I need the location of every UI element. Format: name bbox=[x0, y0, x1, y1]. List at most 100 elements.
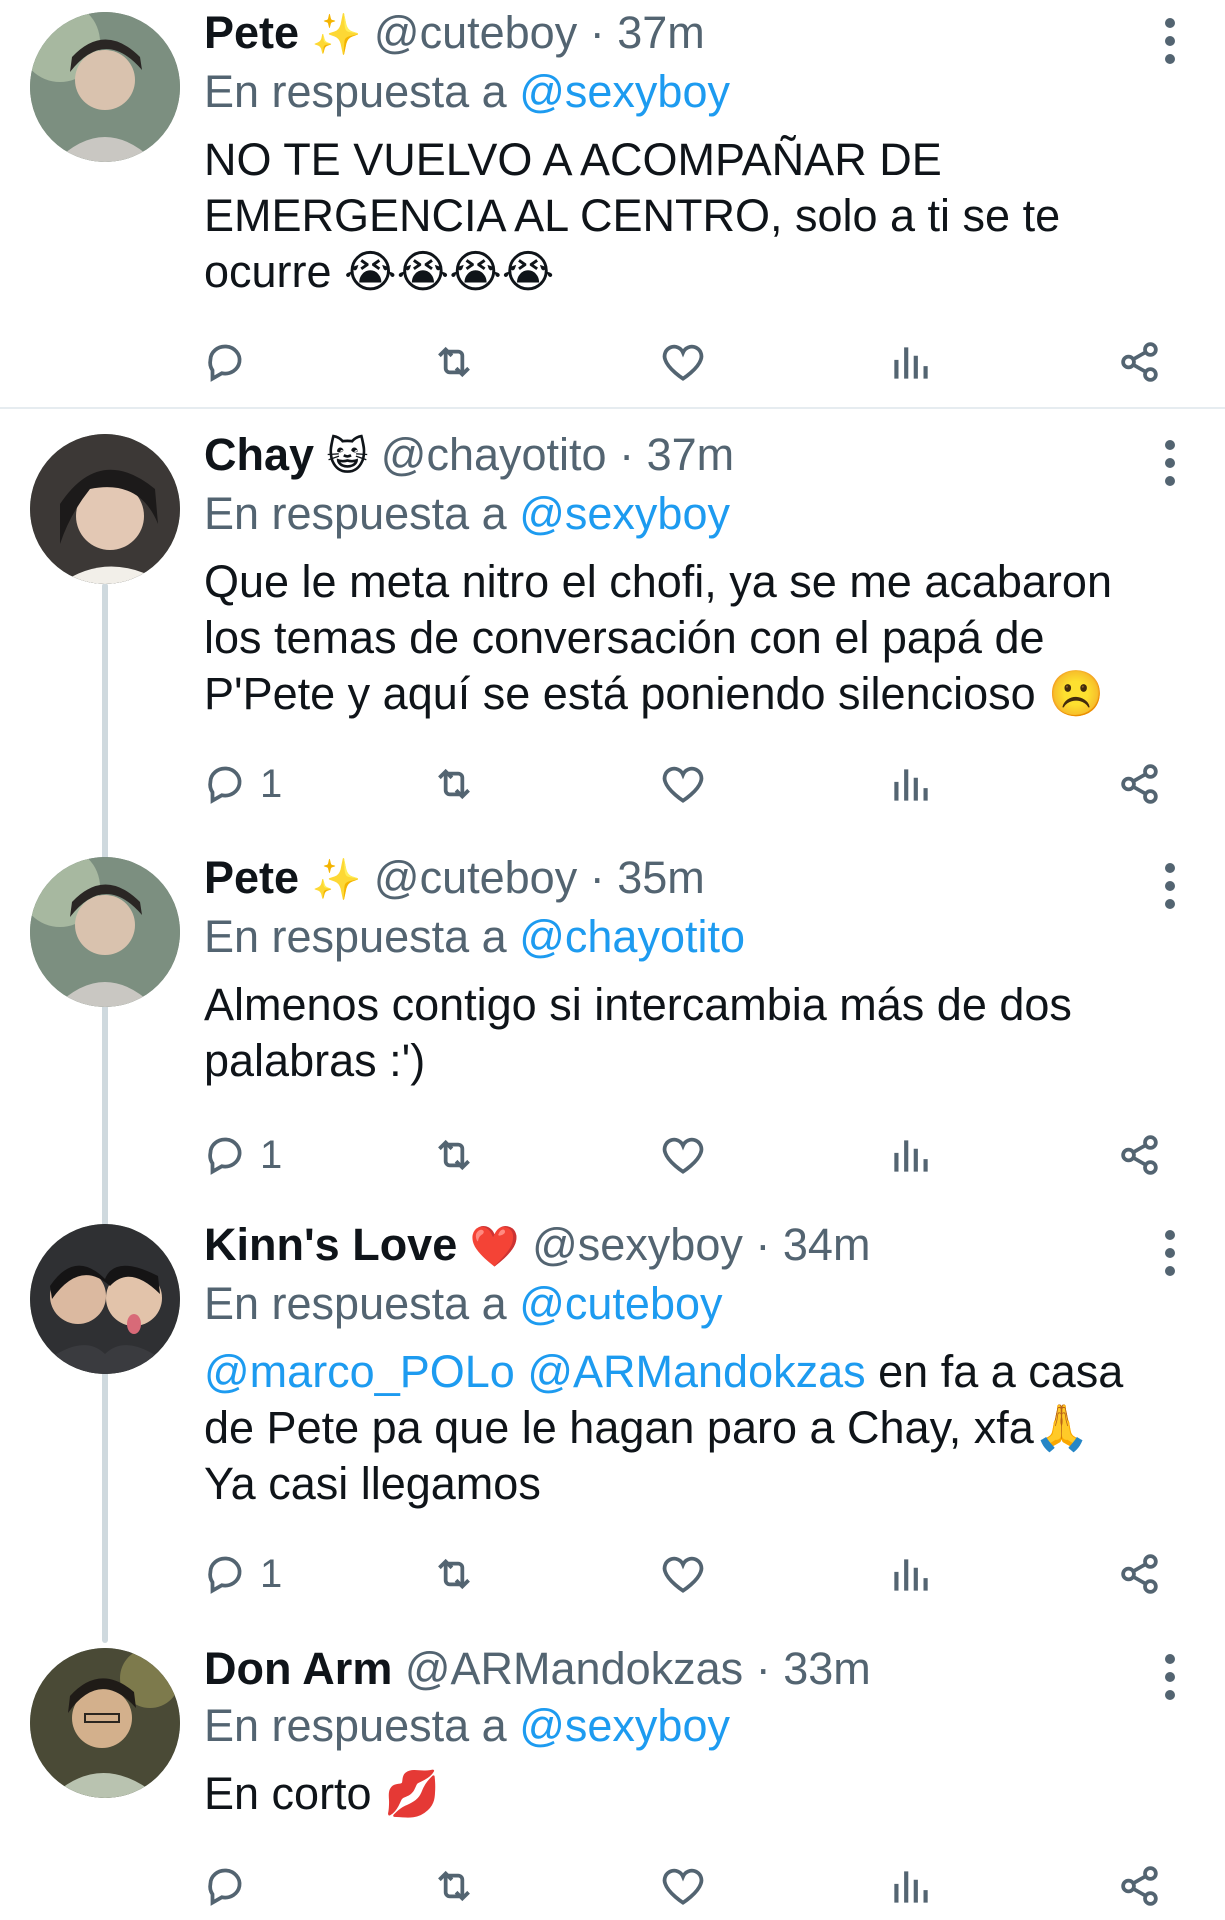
sparkles-emoji-icon: ✨ bbox=[311, 12, 362, 58]
tweet-2[interactable]: Chay 😺 @chayotito · 37m En respuesta a @… bbox=[0, 422, 1225, 842]
tweet-5[interactable]: Don Arm @ARMandokzas · 33m En respuesta … bbox=[0, 1636, 1225, 1920]
timestamp[interactable]: 37m bbox=[617, 7, 705, 58]
share-button[interactable] bbox=[1115, 1549, 1165, 1599]
retweet-button[interactable] bbox=[429, 337, 589, 387]
analytics-icon bbox=[894, 1559, 928, 1591]
avatar[interactable] bbox=[30, 434, 180, 584]
like-button[interactable] bbox=[658, 337, 818, 387]
tweet-content: Pete ✨ @cuteboy · 37m En respuesta a @se… bbox=[204, 4, 1135, 300]
heart-icon bbox=[662, 766, 703, 803]
author-handle[interactable]: @chayotito bbox=[381, 429, 607, 480]
share-button[interactable] bbox=[1115, 1861, 1165, 1911]
more-vertical-icon[interactable] bbox=[1163, 440, 1177, 486]
share-icon bbox=[1121, 342, 1158, 382]
views-button[interactable] bbox=[886, 1549, 1046, 1599]
share-button[interactable] bbox=[1115, 337, 1165, 387]
more-vertical-icon[interactable] bbox=[1163, 863, 1177, 909]
replying-to: En respuesta a @chayotito bbox=[204, 909, 1135, 965]
author-name[interactable]: Pete bbox=[204, 7, 299, 58]
tweet-4[interactable]: Kinn's Love ❤️ @sexyboy · 34m En respues… bbox=[0, 1212, 1225, 1632]
analytics-icon bbox=[894, 1140, 928, 1172]
author-name[interactable]: Pete bbox=[204, 852, 299, 903]
like-button[interactable] bbox=[658, 759, 818, 809]
reply-button[interactable] bbox=[200, 1861, 360, 1911]
replying-to-mention[interactable]: @chayotito bbox=[519, 911, 745, 962]
avatar[interactable] bbox=[30, 857, 180, 1007]
separator: · bbox=[589, 7, 605, 58]
author-handle[interactable]: @ARMandokzas bbox=[405, 1643, 743, 1694]
separator: · bbox=[755, 1643, 771, 1694]
more-vertical-icon[interactable] bbox=[1163, 18, 1177, 64]
replying-prefix: En respuesta a bbox=[204, 488, 507, 539]
retweet-button[interactable] bbox=[429, 1861, 589, 1911]
like-button[interactable] bbox=[658, 1130, 818, 1180]
heart-icon bbox=[662, 1556, 703, 1593]
separator: · bbox=[619, 429, 635, 480]
share-button[interactable] bbox=[1115, 1130, 1165, 1180]
views-button[interactable] bbox=[886, 337, 1046, 387]
reply-count: 1 bbox=[260, 1132, 283, 1177]
like-button[interactable] bbox=[658, 1861, 818, 1911]
more-vertical-icon[interactable] bbox=[1163, 1654, 1177, 1700]
timestamp[interactable]: 37m bbox=[647, 429, 735, 480]
replying-prefix: En respuesta a bbox=[204, 911, 507, 962]
like-button[interactable] bbox=[658, 1549, 818, 1599]
tweet-text-line: P'Pete y aquí se está poniendo silencios… bbox=[204, 668, 1105, 719]
retweet-icon bbox=[437, 1870, 470, 1902]
tweet-text-line: En corto 💋 bbox=[204, 1768, 441, 1819]
tweet-text-line: Almenos contigo si intercambia más de do… bbox=[204, 979, 1072, 1030]
views-button[interactable] bbox=[886, 1130, 1046, 1180]
author-name[interactable]: Chay bbox=[204, 429, 314, 480]
views-button[interactable] bbox=[886, 759, 1046, 809]
timestamp[interactable]: 34m bbox=[783, 1219, 871, 1270]
retweet-button[interactable] bbox=[429, 1130, 589, 1180]
reply-icon bbox=[208, 1137, 242, 1175]
reply-button[interactable]: 1 bbox=[200, 759, 360, 809]
heart-icon bbox=[662, 1137, 703, 1174]
tweet-1[interactable]: Pete ✨ @cuteboy · 37m En respuesta a @se… bbox=[0, 0, 1225, 409]
share-button[interactable] bbox=[1115, 759, 1165, 809]
tweet-text-line: Que le meta nitro el chofi, ya se me aca… bbox=[204, 556, 1112, 607]
tweet-3[interactable]: Pete ✨ @cuteboy · 35m En respuesta a @ch… bbox=[0, 845, 1225, 1210]
avatar[interactable] bbox=[30, 1224, 180, 1374]
replying-to-mention[interactable]: @sexyboy bbox=[519, 66, 730, 117]
retweet-button[interactable] bbox=[429, 1549, 589, 1599]
reply-button[interactable]: 1 bbox=[200, 1549, 360, 1599]
retweet-button[interactable] bbox=[429, 759, 589, 809]
mention-link[interactable]: @marco_POLo bbox=[204, 1346, 515, 1397]
reply-button[interactable]: 1 bbox=[200, 1130, 360, 1180]
author-name[interactable]: Don Arm bbox=[204, 1643, 392, 1694]
timestamp[interactable]: 33m bbox=[783, 1643, 871, 1694]
tweet-text-line: de Pete pa que le hagan paro a Chay, xfa… bbox=[204, 1402, 1090, 1453]
share-icon bbox=[1121, 1866, 1158, 1906]
author-name[interactable]: Kinn's Love bbox=[204, 1219, 457, 1270]
views-button[interactable] bbox=[886, 1861, 1046, 1911]
reply-button[interactable] bbox=[200, 337, 360, 387]
replying-to: En respuesta a @sexyboy bbox=[204, 486, 1135, 542]
tweet-actions bbox=[200, 1858, 1165, 1914]
avatar[interactable] bbox=[30, 12, 180, 162]
replying-to: En respuesta a @cuteboy bbox=[204, 1276, 1135, 1332]
reply-icon bbox=[208, 344, 242, 382]
tweet-actions: 1 bbox=[200, 1127, 1165, 1183]
tweet-text-fragment: en fa a casa bbox=[865, 1346, 1124, 1397]
replying-to-mention[interactable]: @cuteboy bbox=[519, 1278, 722, 1329]
author-handle[interactable]: @cuteboy bbox=[374, 7, 577, 58]
more-vertical-icon[interactable] bbox=[1163, 1230, 1177, 1276]
separator: · bbox=[589, 852, 605, 903]
retweet-icon bbox=[437, 1139, 470, 1171]
author-handle[interactable]: @cuteboy bbox=[374, 852, 577, 903]
tweet-text-line: palabras :') bbox=[204, 1035, 426, 1086]
tweet-text-line: Ya casi llegamos bbox=[204, 1458, 541, 1509]
tweet-header: Kinn's Love ❤️ @sexyboy · 34m bbox=[204, 1216, 1135, 1276]
tweet-header: Don Arm @ARMandokzas · 33m bbox=[204, 1640, 1135, 1698]
timestamp[interactable]: 35m bbox=[617, 852, 705, 903]
replying-to-mention[interactable]: @sexyboy bbox=[519, 488, 730, 539]
author-handle[interactable]: @sexyboy bbox=[532, 1219, 743, 1270]
cat-emoji-icon: 😺 bbox=[326, 434, 369, 480]
avatar[interactable] bbox=[30, 1648, 180, 1798]
replying-to-mention[interactable]: @sexyboy bbox=[519, 1700, 730, 1751]
mention-link[interactable]: @ARMandokzas bbox=[527, 1346, 865, 1397]
tweet-text-line: los temas de conversación con el papá de bbox=[204, 612, 1045, 663]
share-icon bbox=[1121, 1554, 1158, 1594]
